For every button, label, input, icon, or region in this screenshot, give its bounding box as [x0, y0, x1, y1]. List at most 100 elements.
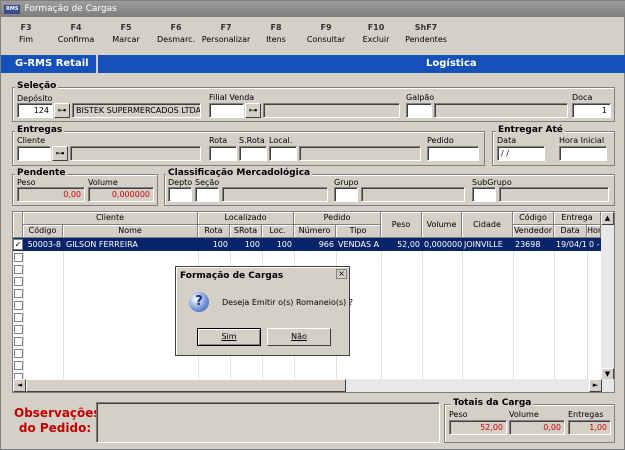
cliente-name-field: [70, 146, 201, 161]
dialog-close-icon[interactable]: ×: [336, 269, 347, 279]
local-name-field: [299, 146, 421, 161]
horizontal-scrollbar[interactable]: ◄ ►: [13, 379, 614, 392]
rota-input[interactable]: [209, 146, 237, 161]
row-checkbox[interactable]: [14, 253, 23, 262]
scroll-up-icon[interactable]: ▲: [601, 212, 614, 225]
galpao-label: Galpão: [406, 93, 435, 102]
fkey-f4-confirma[interactable]: F4 Confirma: [51, 19, 101, 53]
fkey-f7-personalizar[interactable]: F7 Personalizar: [201, 19, 251, 53]
table-row[interactable]: ✓ 50003-8 GILSON FERREIRA 100 100 100 96…: [13, 238, 601, 251]
grid-col-line: [587, 238, 588, 381]
sim-button[interactable]: Sim: [197, 328, 261, 346]
cell-numero: 966: [318, 240, 334, 249]
row-checkbox[interactable]: [14, 349, 23, 358]
fkey-f8-itens[interactable]: F8 Itens: [251, 19, 301, 53]
grid-subheader-tipo[interactable]: Tipo: [336, 225, 381, 238]
depto-input[interactable]: [168, 187, 192, 202]
grid-header-cliente[interactable]: Cliente: [23, 212, 198, 225]
cell-vendedor: 23698: [515, 240, 541, 249]
deposito-label: Depósito: [17, 94, 53, 103]
galpao-input[interactable]: [406, 103, 432, 118]
deposito-search-binoculars-icon[interactable]: ⊶: [54, 103, 70, 118]
cell-rota: 100: [212, 240, 228, 249]
row-checkbox[interactable]: [14, 361, 23, 370]
row-checkbox[interactable]: [14, 289, 23, 298]
grid-subheader-rota[interactable]: Rota: [198, 225, 230, 238]
filial-search-binoculars-icon[interactable]: ⊶: [245, 103, 261, 118]
grid-header-entrega[interactable]: Entrega: [554, 212, 601, 225]
filial-venda-input[interactable]: [209, 103, 244, 118]
cell-hora: 0 - 1: [589, 240, 601, 249]
grid-header-localizado[interactable]: Localizado: [198, 212, 294, 225]
totais-volume-label: Volume: [509, 410, 539, 419]
horizontal-scroll-thumb[interactable]: [26, 379, 346, 392]
secao-label: Seção: [195, 178, 220, 187]
grid-header-pedido[interactable]: Pedido: [294, 212, 381, 225]
row-checkbox[interactable]: [14, 313, 23, 322]
grupo-input[interactable]: [334, 187, 358, 202]
hora-inicial-input[interactable]: [559, 146, 607, 161]
srota-label: S.Rota: [239, 136, 265, 145]
grid-subheader-data[interactable]: Data: [554, 225, 587, 238]
observacoes-label: Observações do Pedido:: [14, 406, 101, 435]
cliente-label: Cliente: [17, 136, 46, 145]
grid-header-peso[interactable]: Peso: [381, 212, 422, 238]
module-bar: G-RMS Retail Logística: [1, 55, 625, 73]
grid-header-volume[interactable]: Volume: [422, 212, 462, 238]
question-icon: ?: [189, 292, 209, 312]
fkey-f10-excluir[interactable]: F10 Excluir: [351, 19, 401, 53]
row-checkbox[interactable]: [14, 265, 23, 274]
fkey-f3-fim[interactable]: F3 Fim: [1, 19, 51, 53]
local-input[interactable]: [269, 146, 297, 161]
vertical-scrollbar[interactable]: ▲ ▼: [601, 212, 614, 381]
submodule-name: Logística: [426, 58, 477, 69]
grid-col-line: [422, 238, 423, 381]
grid-subheader-srota[interactable]: SRota: [230, 225, 262, 238]
fkey-shf7-pendentes[interactable]: ShF7 Pendentes: [401, 19, 451, 53]
row-checkbox[interactable]: [14, 277, 23, 286]
local-label: Local.: [269, 136, 293, 145]
grid-subheader-codigo[interactable]: Código: [23, 225, 63, 238]
data-entrega-input[interactable]: / /: [497, 146, 545, 161]
secao-input[interactable]: [195, 187, 219, 202]
cliente-input[interactable]: [17, 146, 51, 161]
cell-cidade: JOINVILLE: [464, 240, 503, 249]
pedido-input[interactable]: [427, 146, 479, 161]
totais-entregas-field: 1,00: [568, 420, 611, 435]
row-checkbox[interactable]: [14, 325, 23, 334]
cell-tipo: VENDAS A: [338, 240, 380, 249]
title-bar: RMS Formação de Cargas: [1, 1, 625, 17]
main-window: RMS Formação de Cargas F3 Fim F4 Confirma …: [0, 0, 625, 450]
pendente-title: Pendente: [15, 168, 68, 178]
grid-header-codigo-vendedor[interactable]: Código: [513, 212, 554, 225]
row-checkbox[interactable]: ✓: [13, 239, 23, 250]
grid-subheader-numero[interactable]: Número: [294, 225, 336, 238]
deposito-input[interactable]: 124: [17, 103, 53, 118]
grid-subheader-vendedor[interactable]: Vendedor: [513, 225, 554, 238]
nao-button[interactable]: Não: [267, 328, 331, 346]
row-checkbox[interactable]: [14, 337, 23, 346]
grid-col-line: [63, 238, 64, 381]
fkey-f9-consultar[interactable]: F9 Consultar: [301, 19, 351, 53]
grid-subheader-loc[interactable]: Loc.: [262, 225, 294, 238]
filial-venda-label: Filial Venda: [209, 93, 255, 102]
srota-input[interactable]: [239, 146, 267, 161]
doca-label: Doca: [572, 93, 593, 102]
depto-label: Depto: [168, 178, 193, 187]
fkey-f5-marcar[interactable]: F5 Marcar: [101, 19, 151, 53]
grid-header-cidade[interactable]: Cidade: [462, 212, 513, 238]
subgrupo-input[interactable]: [472, 187, 496, 202]
observacoes-field[interactable]: [96, 402, 440, 443]
grid-subheader-nome[interactable]: Nome: [63, 225, 198, 238]
fkey-f6-desmarcar[interactable]: F6 Desmarc.: [151, 19, 201, 53]
grid-col-line: [513, 238, 514, 381]
cliente-search-binoculars-icon[interactable]: ⊶: [52, 146, 68, 161]
doca-input[interactable]: 1: [572, 103, 611, 118]
grid-subheader-hora[interactable]: Hora: [587, 225, 601, 238]
scroll-right-icon[interactable]: ►: [589, 379, 602, 392]
app-logo-icon: RMS: [4, 4, 21, 14]
grid-col-line: [23, 238, 24, 381]
row-checkbox[interactable]: [14, 301, 23, 310]
cell-peso: 52,00: [397, 240, 420, 249]
scroll-left-icon[interactable]: ◄: [13, 379, 26, 392]
